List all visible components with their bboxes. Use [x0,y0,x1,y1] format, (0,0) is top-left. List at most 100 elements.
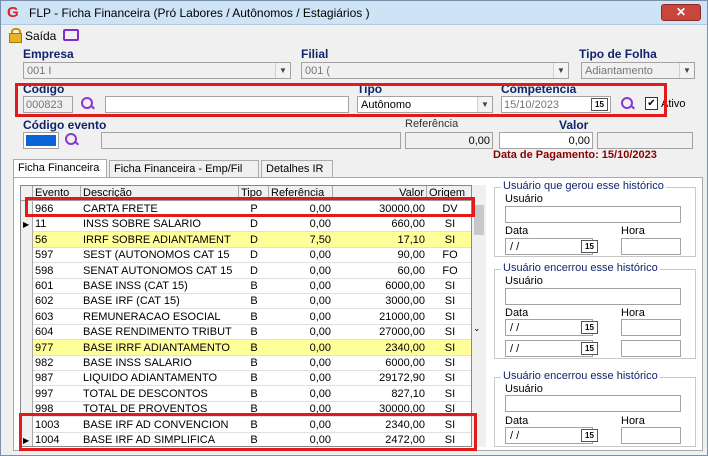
eventos-grid: Evento Descrição Tipo Referência Valor O… [20,185,472,447]
evento-descricao-input[interactable] [101,132,401,149]
close-button[interactable]: ✕ [661,4,701,21]
row-indicator[interactable] [21,231,33,248]
filial-select[interactable]: 001 (▼ [301,62,569,79]
cell-descricao: SENAT AUTONOMOS CAT 15 [83,264,233,277]
col-referencia[interactable]: Referência [269,186,333,201]
codigo-label: Código [23,82,65,96]
codigo-evento-input[interactable] [23,132,59,149]
nome-input[interactable] [105,96,349,113]
hora-input[interactable] [621,319,681,336]
chevron-down-icon[interactable]: ▼ [553,63,568,78]
usuario-input[interactable] [505,288,681,305]
table-row[interactable]: 598 SENAT AUTONOMOS CAT 15 D 0,00 60,00 FO [21,262,471,279]
empresa-label: Empresa [23,47,74,61]
row-indicator[interactable] [21,401,33,418]
table-row[interactable]: 56 IRRF SOBRE ADIANTAMENT D 7,50 17,10 SI [21,231,471,248]
group-usuario-encerrou-2: Usuário encerrou esse histórico Usuário … [494,370,696,447]
group-usuario-encerrou: Usuário encerrou esse histórico Usuário … [494,262,696,359]
row-indicator[interactable] [21,278,33,294]
col-descricao[interactable]: Descrição [81,186,239,201]
valor-input[interactable]: 0,00 [499,132,593,149]
row-indicator[interactable] [21,324,33,341]
data-input[interactable]: / / [505,319,593,336]
table-row[interactable]: 998 TOTAL DE PROVENTOS B 0,00 30000,00 SI [21,401,471,418]
codigo-input[interactable]: 000823 [23,96,73,113]
saida-button[interactable]: Saída [25,29,56,43]
search-icon[interactable] [65,133,79,147]
row-indicator[interactable] [21,355,33,371]
chevron-down-icon[interactable]: ▼ [275,63,290,78]
table-row[interactable]: 604 BASE RENDIMENTO TRIBUT B 0,00 27000,00 SI [21,324,471,341]
tipo-folha-select[interactable]: Adiantamento ▼ [581,62,695,79]
tab-ficha-financeira-emp-fil[interactable]: Ficha Financeira - Emp/Fil [109,160,259,177]
chevron-down-icon[interactable]: ⌄ [473,323,481,334]
app-logo-icon: G [7,4,19,21]
row-indicator[interactable] [21,385,33,402]
col-tipo[interactable]: Tipo [239,186,269,201]
table-row[interactable]: 997 TOTAL DE DESCONTOS B 0,00 827,10 SI [21,385,471,402]
row-indicator[interactable] [21,370,33,387]
table-row[interactable]: 987 LIQUIDO ADIANTAMENTO B 0,00 29172,90 SI [21,370,471,387]
calendar-icon[interactable]: 15 [581,321,598,334]
table-row[interactable]: ▶ 11 INSS SOBRE SALARIO D 0,00 660,00 SI [21,216,471,233]
group-usuario-gerou: Usuário que gerou esse histórico Usuário… [494,180,696,257]
hora-input-2[interactable] [621,340,681,357]
ativo-checkbox[interactable]: ✔ [645,97,658,110]
calendar-icon[interactable]: 15 [581,240,598,253]
table-row[interactable]: 597 SEST (AUTONOMOS CAT 15 D 0,00 90,00 FO [21,247,471,264]
chevron-down-icon[interactable]: ▼ [477,97,492,112]
row-indicator[interactable] [21,293,33,310]
table-row[interactable]: ▶ 1004 BASE IRF AD SIMPLIFICA B 0,00 2472,00 S… [21,432,471,446]
cell-descricao: LIQUIDO ADIANTAMENTO [83,372,218,385]
lock-icon[interactable] [9,28,22,43]
col-evento[interactable]: Evento [33,186,81,201]
chat-icon[interactable] [63,29,79,41]
table-row[interactable]: 603 REMUNERACAO ESOCIAL B 0,00 21000,00 SI [21,308,471,325]
data-input[interactable]: / / [505,427,593,444]
row-indicator[interactable] [21,416,33,433]
hora-input[interactable] [621,238,681,255]
col-valor[interactable]: Valor [333,186,427,201]
valor-extra-input[interactable] [597,132,693,149]
cell-origem: SI [444,434,456,446]
cell-evento: 982 [35,357,54,369]
calendar-icon[interactable]: 15 [591,98,608,111]
referencia-input[interactable]: 0,00 [405,132,493,149]
tab-detalhes-ir[interactable]: Detalhes IR [261,160,333,177]
calendar-icon[interactable]: 15 [581,342,598,355]
table-row[interactable]: 602 BASE IRF (CAT 15) B 0,00 3000,00 SI [21,293,471,310]
hora-input[interactable] [621,427,681,444]
tab-ficha-financeira[interactable]: Ficha Financeira [13,159,107,178]
data-input[interactable]: / / [505,238,593,255]
cell-referencia: 0,00 [309,203,331,215]
empresa-select[interactable]: 001 I ▼ [23,62,291,79]
chevron-down-icon[interactable]: ▼ [679,63,694,78]
usuario-input[interactable] [505,395,681,412]
table-row[interactable]: 601 BASE INSS (CAT 15) B 0,00 6000,00 SI [21,278,471,294]
scroll-thumb[interactable] [474,205,484,235]
search-icon[interactable] [81,97,95,111]
table-row[interactable]: 982 BASE INSS SALARIO B 0,00 6000,00 SI [21,355,471,371]
row-indicator[interactable] [21,339,33,356]
cell-evento: 998 [35,403,54,416]
usuario-input[interactable] [505,206,681,223]
date-value: / / [510,322,520,334]
table-row[interactable]: 977 BASE IRRF ADIANTAMENTO B 0,00 2340,00 SI [21,339,471,356]
search-icon[interactable] [621,97,635,111]
calendar-icon[interactable]: 15 [581,429,598,442]
row-indicator[interactable] [21,247,33,264]
row-indicator[interactable] [21,262,33,279]
cell-origem: SI [444,357,456,369]
tipo-select[interactable]: Autônomo ▼ [357,96,493,113]
cell-evento: 1003 [35,418,60,431]
row-indicator[interactable] [21,201,33,217]
row-indicator[interactable]: ▶ [21,432,33,446]
row-indicator[interactable]: ▶ [21,216,33,233]
table-row[interactable]: 1003 BASE IRF AD CONVENCION B 0,00 2340,00 SI [21,416,471,433]
grid-scrollbar[interactable]: ⌄ [472,185,486,447]
data-input-2[interactable]: / / [505,340,593,357]
col-origem[interactable]: Origem [427,186,471,201]
row-indicator[interactable] [21,308,33,325]
hora-label: Hora [621,225,645,237]
table-row[interactable]: 966 CARTA FRETE P 0,00 30000,00 DV [21,201,471,217]
